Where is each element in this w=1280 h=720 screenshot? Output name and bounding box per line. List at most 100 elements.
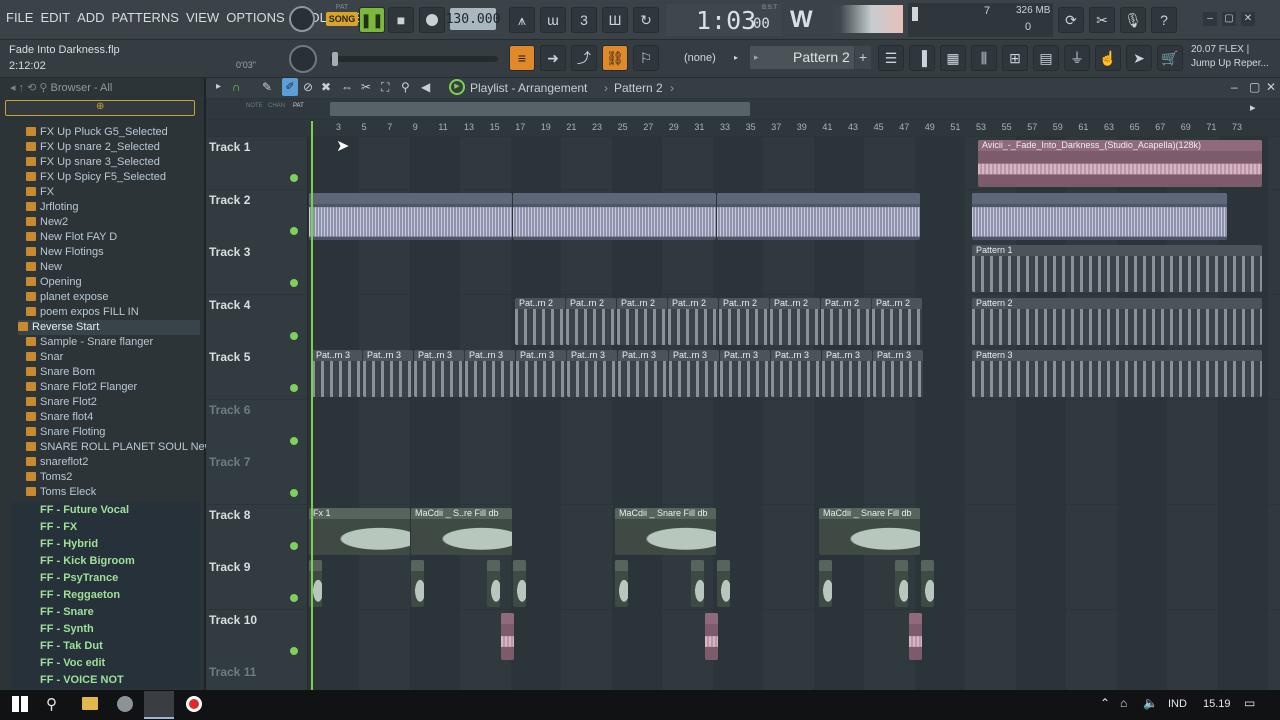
mixer-button[interactable]: ☰	[878, 45, 904, 71]
browser-folder[interactable]: FF - Reggaeton	[12, 587, 200, 604]
track-header[interactable]: Track 3	[206, 242, 308, 294]
browser-item[interactable]: Snar	[26, 350, 200, 365]
zoom-tool-icon[interactable]: ⚲	[401, 80, 410, 94]
track-row[interactable]: Track 5 Pat..rn 3 Pat..rn 3 Pat..rn 3 Pat..r…	[206, 347, 1280, 399]
window-maximize-icon[interactable]: ▢	[1249, 80, 1260, 94]
track-header[interactable]: Track 6	[206, 399, 308, 452]
playlist-clip[interactable]: Pattern 3	[972, 350, 1262, 397]
file-explorer-icon[interactable]	[82, 697, 98, 710]
playlist-clip[interactable]	[895, 560, 908, 607]
online-button[interactable]: ⟳	[1058, 7, 1084, 33]
playlist-clip[interactable]: Pat..rn 2	[668, 297, 718, 345]
chevron-up-icon[interactable]: ⌃	[1100, 696, 1110, 710]
playlist-clip[interactable]: Pat..rn 3	[465, 350, 515, 397]
browser-folder[interactable]: FF - Kick Bigroom	[12, 553, 200, 570]
track-enable-led[interactable]	[290, 331, 298, 340]
track-lane[interactable]	[309, 609, 1280, 662]
playlist-clip[interactable]: Pattern 1	[972, 245, 1262, 292]
browser-item[interactable]: FX Up snare 2_Selected	[26, 140, 200, 155]
browser-folder[interactable]: FF - Synth	[12, 621, 200, 638]
browser-folder[interactable]: FF - Snare	[12, 604, 200, 621]
track-header[interactable]: Track 8	[206, 504, 308, 557]
track-row[interactable]: Track 6	[206, 399, 1280, 452]
track-header[interactable]: Track 1	[206, 137, 308, 189]
menu-file[interactable]: FILE	[6, 10, 33, 25]
arrow-right-icon[interactable]: ▸	[216, 81, 221, 92]
song-time-display[interactable]: 1:03 00 B:S:T	[666, 4, 781, 36]
menu-edit[interactable]: EDIT	[40, 10, 70, 25]
speaker-tool-icon[interactable]: ◀	[421, 80, 430, 94]
playlist-clip[interactable]	[411, 560, 424, 607]
windows-start-icon[interactable]	[12, 696, 28, 712]
playlist-clip[interactable]	[972, 192, 1227, 240]
track-row[interactable]: Track 10	[206, 609, 1280, 662]
browser-item[interactable]: New2	[26, 215, 200, 230]
browser-item[interactable]: Snare Flot2 Flanger	[26, 380, 200, 395]
track-row[interactable]: Track 2	[206, 189, 1280, 242]
track-row[interactable]: Track 4 Pat..rn 2 Pat..rn 2 Pat..rn 2 Pat..r…	[206, 294, 1280, 347]
track-row[interactable]: Track 8 Fx 1 MaCdii _ S..re Fill db MaCdii …	[206, 504, 1280, 557]
playlist-clip[interactable]	[909, 612, 922, 660]
playlist-clip[interactable]: Pat..rn 2	[719, 297, 769, 345]
pat-song-switch[interactable]: PAT SONG	[326, 4, 358, 35]
track-lane[interactable]	[309, 557, 1280, 609]
window-close-icon[interactable]: ✕	[1266, 80, 1276, 94]
tempo-tapper-button[interactable]: ☝	[1095, 45, 1121, 71]
browser-folder[interactable]: FF - PsyTrance	[12, 570, 200, 587]
track-row[interactable]: Track 7	[206, 452, 1280, 504]
chrome-icon[interactable]	[117, 696, 133, 712]
stop-button[interactable]: ■	[388, 7, 414, 33]
track-header[interactable]: Track 4	[206, 294, 308, 347]
record-button[interactable]	[419, 7, 445, 33]
brush-tool-icon[interactable]: ✐	[282, 78, 298, 96]
browser-item[interactable]: FX Up snare 3_Selected	[26, 155, 200, 170]
play-pause-button[interactable]: ❚❚	[359, 7, 385, 33]
loop-record-button[interactable]: ↻	[633, 7, 659, 33]
piano-roll-button[interactable]: ▦	[940, 45, 966, 71]
playlist-clip[interactable]: Pat..rn 3	[312, 350, 362, 397]
browser-item[interactable]: Snare Bom	[26, 365, 200, 380]
playlist-clip[interactable]	[921, 560, 934, 607]
browser-search-field[interactable]: ⊕	[5, 100, 195, 116]
track-row[interactable]: Track 3 Pattern 1	[206, 242, 1280, 294]
mute-tool-icon[interactable]: ⊘	[303, 80, 313, 94]
track-lane[interactable]	[309, 399, 1280, 452]
track-lane[interactable]: Pat..rn 3 Pat..rn 3 Pat..rn 3 Pat..rn 3 Pat.…	[309, 347, 1280, 399]
help-button[interactable]: ?	[1151, 7, 1177, 33]
stamp-button[interactable]: ⚐	[633, 45, 659, 71]
track-enable-led[interactable]	[290, 541, 298, 550]
track-header[interactable]: Track 2	[206, 189, 308, 242]
track-enable-led[interactable]	[290, 174, 298, 182]
fl-studio-icon[interactable]	[144, 691, 174, 719]
playlist-clip[interactable]: Pat..rn 3	[363, 350, 413, 397]
track-row[interactable]: Track 1 Avicii_-_Fade_Into_Darkness_(Stud…	[206, 137, 1280, 189]
track-lane[interactable]: Fx 1 MaCdii _ S..re Fill db MaCdii _ Snare…	[309, 504, 1280, 557]
track-enable-led[interactable]	[290, 646, 298, 655]
playhead-marker[interactable]	[311, 121, 313, 690]
delete-tool-icon[interactable]: ✖	[321, 80, 331, 94]
browser-item[interactable]: Snare Flot2	[26, 395, 200, 410]
notification-icon[interactable]: ▭	[1244, 696, 1255, 710]
volume-icon[interactable]: 🔈	[1143, 696, 1158, 710]
playback-icon[interactable]: ▶	[449, 79, 465, 95]
playlist-clip[interactable]: MaCdii _ S..re Fill db	[411, 507, 512, 555]
browser-folder[interactable]: FF - VOICE NOT	[12, 672, 200, 689]
track-enable-led[interactable]	[290, 594, 298, 602]
menu-options[interactable]: OPTIONS	[226, 10, 285, 25]
step-button[interactable]: ➜	[540, 45, 566, 71]
playlist-clip[interactable]: Pat..rn 2	[515, 297, 565, 345]
network-icon[interactable]: ⌂	[1120, 696, 1127, 710]
playlist-clip[interactable]: Pat..rn 3	[669, 350, 719, 397]
browser-item[interactable]: FX Up Spicy F5_Selected	[26, 170, 200, 185]
news-panel[interactable]: 20.07 FLEX | Jump Up Reper...	[1189, 43, 1278, 75]
playlist-clip[interactable]	[705, 612, 718, 660]
shop-button[interactable]: 🛒	[1157, 45, 1183, 71]
playlist-clip[interactable]: Pat..rn 2	[821, 297, 871, 345]
playlist-clip[interactable]	[615, 560, 628, 607]
browser-item[interactable]: New Flot FAY D	[26, 230, 200, 245]
playlist-clip[interactable]	[309, 192, 512, 240]
language-indicator[interactable]: IND	[1168, 698, 1187, 710]
browser-item[interactable]: Reverse Start	[18, 320, 200, 335]
track-enable-led[interactable]	[290, 279, 298, 287]
pencil-tool-icon[interactable]: ✎	[262, 80, 272, 94]
